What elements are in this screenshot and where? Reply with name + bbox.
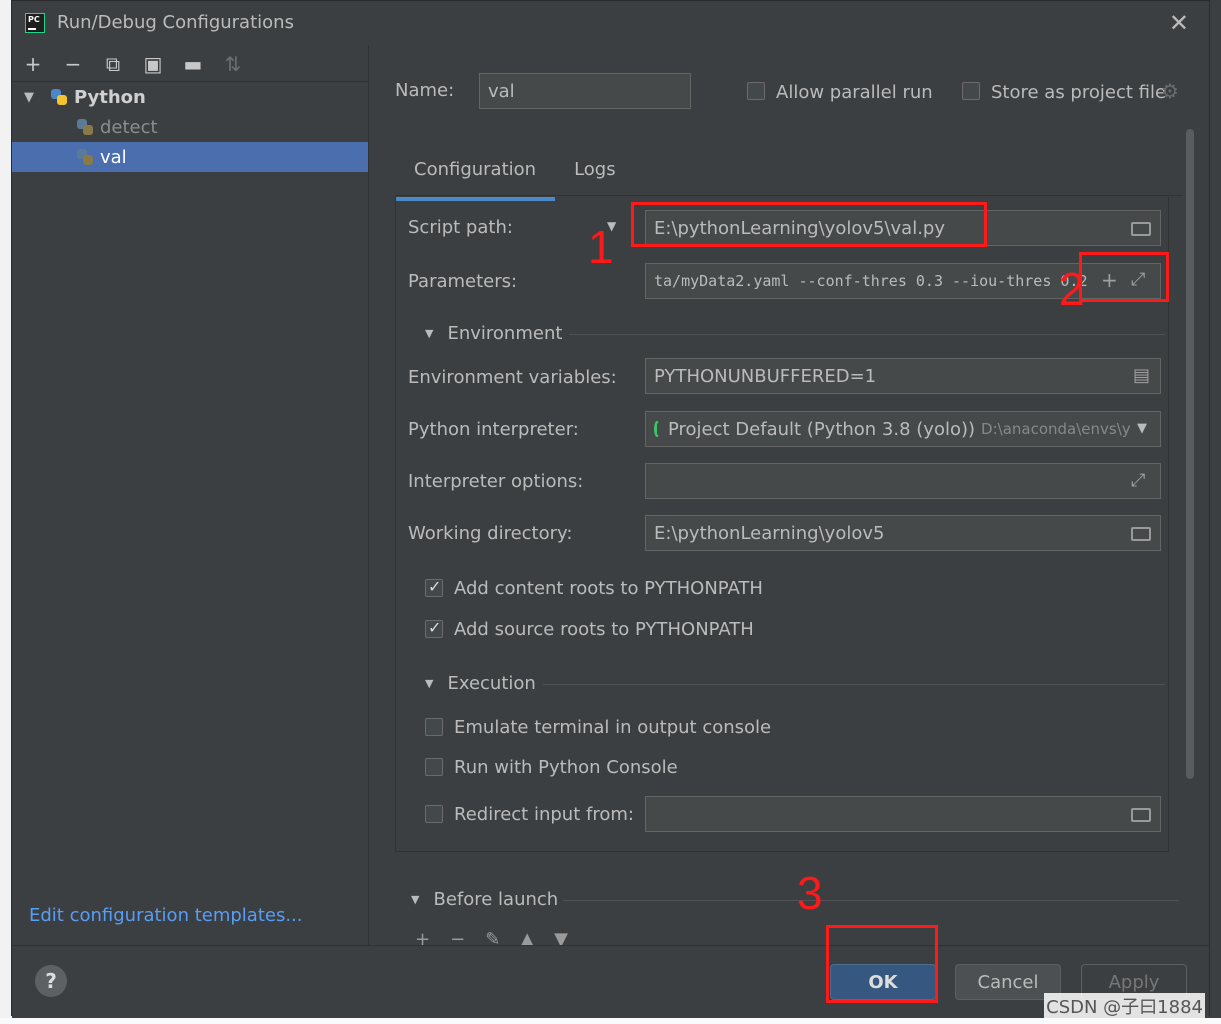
interpreter-value: Project Default (Python 3.8 (yolo))	[668, 418, 976, 440]
allow-parallel-checkbox[interactable]	[747, 82, 765, 100]
tab-divider	[395, 195, 1183, 196]
store-project-checkbox[interactable]	[962, 82, 980, 100]
chevron-down-icon[interactable]: ▼	[1137, 421, 1147, 436]
python-icon	[50, 88, 68, 106]
background-window-bottom	[0, 1018, 1221, 1024]
execution-section[interactable]: ▼ Execution	[425, 673, 536, 694]
tab-configuration[interactable]: Configuration	[395, 151, 556, 201]
emulate-terminal-checkbox[interactable]	[425, 718, 443, 736]
divider	[569, 334, 1165, 335]
folder-icon[interactable]	[1131, 222, 1151, 236]
store-project-label: Store as project file	[991, 82, 1167, 103]
run-debug-dialog: PC Run/Debug Configurations ✕ + − ⧉ ▣ ▬ …	[11, 0, 1210, 1018]
add-source-roots-checkbox[interactable]	[425, 618, 443, 638]
minus-icon[interactable]: −	[62, 52, 84, 76]
interpreter-options-field[interactable]	[645, 463, 1161, 499]
interpreter-status-icon	[654, 421, 660, 437]
close-icon[interactable]: ✕	[1169, 9, 1189, 37]
save-icon[interactable]: ▣	[142, 52, 164, 76]
document-icon[interactable]: ▤	[1133, 365, 1150, 386]
title-bar: PC Run/Debug Configurations ✕	[12, 1, 1209, 45]
annotation-box-2	[1079, 252, 1169, 302]
before-launch-section[interactable]: ▼ Before launch	[411, 889, 558, 910]
env-vars-field[interactable]: PYTHONUNBUFFERED=1	[645, 358, 1161, 394]
tree-item-val[interactable]: val	[12, 142, 368, 172]
chevron-down-icon[interactable]: ▼	[411, 893, 419, 906]
name-field[interactable]: val	[479, 73, 691, 109]
name-label: Name:	[395, 80, 455, 101]
working-dir-label: Working directory:	[408, 523, 573, 544]
section-title: Before launch	[433, 889, 559, 910]
edit-templates-link[interactable]: Edit configuration templates...	[29, 905, 303, 926]
python-file-icon	[76, 148, 94, 166]
interpreter-label: Python interpreter:	[408, 419, 579, 440]
interpreter-options-label: Interpreter options:	[408, 471, 584, 492]
env-vars-label: Environment variables:	[408, 367, 617, 388]
gear-icon[interactable]: ⚙	[1161, 79, 1179, 103]
sidebar-toolbar: + − ⧉ ▣ ▬ ⇅	[22, 51, 244, 77]
tab-bar: Configuration Logs	[395, 151, 635, 201]
tab-logs[interactable]: Logs	[555, 151, 635, 197]
annotation-marker-2: 2	[1059, 263, 1085, 315]
run-python-console-label: Run with Python Console	[454, 757, 678, 778]
chevron-down-icon[interactable]: ▼	[24, 90, 34, 105]
divider	[543, 684, 1165, 685]
tree-item-label: val	[100, 146, 127, 168]
dialog-footer: ? OK Cancel Apply	[12, 945, 1209, 1018]
copy-icon[interactable]: ⧉	[102, 52, 124, 76]
section-title: Execution	[447, 673, 536, 694]
background-window-right	[1209, 0, 1221, 1024]
add-content-roots-checkbox[interactable]	[425, 577, 443, 597]
chevron-down-icon[interactable]: ▼	[425, 677, 433, 690]
new-folder-icon[interactable]: ▬	[182, 52, 204, 76]
sort-icon[interactable]: ⇅	[222, 52, 244, 76]
interpreter-select[interactable]: Project Default (Python 3.8 (yolo)) D:\a…	[645, 411, 1161, 447]
annotation-marker-1: 1	[588, 221, 614, 273]
config-main: Name: val Allow parallel run Store as pr…	[369, 45, 1209, 950]
environment-section[interactable]: ▼ Environment	[425, 323, 562, 344]
tree-item-label: detect	[100, 116, 158, 138]
annotation-box-1	[631, 202, 987, 247]
allow-parallel-label: Allow parallel run	[776, 82, 933, 103]
python-file-icon	[76, 118, 94, 136]
pycharm-icon: PC	[25, 13, 45, 33]
divider	[563, 900, 1179, 901]
annotation-marker-3: 3	[797, 867, 823, 919]
section-title: Environment	[447, 323, 563, 344]
add-content-roots-label: Add content roots to PYTHONPATH	[454, 578, 763, 599]
annotation-box-3	[826, 925, 938, 1003]
chevron-down-icon[interactable]: ▼	[425, 327, 433, 340]
folder-icon[interactable]	[1131, 808, 1151, 822]
run-python-console-checkbox[interactable]	[425, 758, 443, 776]
script-path-label: Script path:	[408, 217, 513, 238]
parameters-label: Parameters:	[408, 271, 518, 292]
tree-item-detect[interactable]: detect	[12, 112, 368, 142]
help-button[interactable]: ?	[35, 965, 67, 997]
redirect-input-field[interactable]	[645, 796, 1161, 832]
window-title: Run/Debug Configurations	[57, 12, 294, 33]
emulate-terminal-label: Emulate terminal in output console	[454, 717, 772, 738]
tree-node-label: Python	[74, 86, 146, 108]
expand-icon[interactable]: ⤢	[1131, 470, 1145, 491]
watermark: CSDN @子曰1884	[1044, 993, 1205, 1019]
config-sidebar: + − ⧉ ▣ ▬ ⇅ ▼ Python detect val Edit con…	[12, 45, 369, 945]
folder-icon[interactable]	[1131, 527, 1151, 541]
interpreter-path: D:\anaconda\envs\y	[981, 420, 1131, 438]
plus-icon[interactable]: +	[22, 52, 44, 76]
scrollbar[interactable]	[1186, 129, 1194, 779]
working-dir-field[interactable]: E:\pythonLearning\yolov5	[645, 515, 1161, 551]
tree-node-python[interactable]: ▼ Python	[12, 82, 368, 112]
redirect-input-label: Redirect input from:	[454, 804, 634, 825]
redirect-input-checkbox[interactable]	[425, 805, 443, 823]
add-source-roots-label: Add source roots to PYTHONPATH	[454, 619, 754, 640]
